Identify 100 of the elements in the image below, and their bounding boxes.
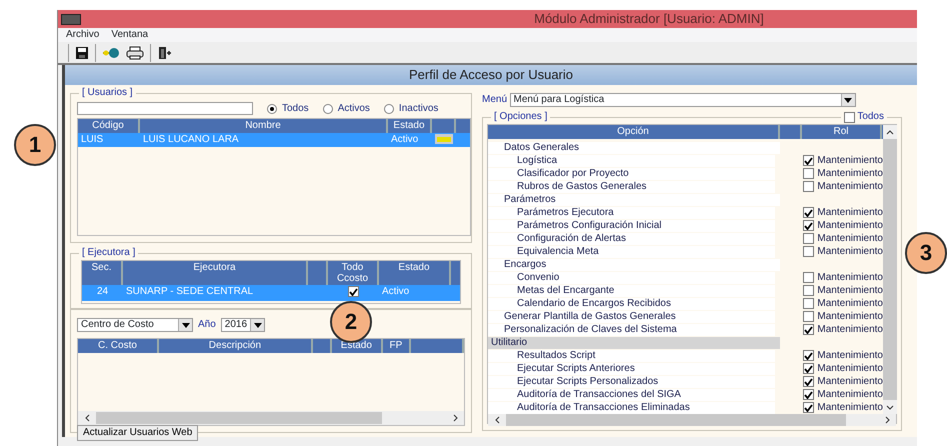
checkbox[interactable] [803,246,814,257]
checkbox[interactable] [348,286,359,297]
checkbox[interactable] [803,272,814,283]
checkbox[interactable] [803,207,814,218]
menu-dropdown[interactable]: Menú para Logística [510,93,856,107]
exit-door-icon[interactable] [157,46,173,60]
role-label: Mantenimiento [817,388,883,400]
printer-icon[interactable] [126,46,144,60]
column-header[interactable]: C. Costo [78,339,159,353]
role-label: Mantenimiento [817,298,883,310]
role-label: Mantenimiento [817,272,883,284]
option-cell[interactable]: Personalización de Claves del Sistema [488,324,776,336]
option-cell[interactable]: Metas del Encargante [488,284,776,296]
option-cell[interactable]: Utilitario [488,336,780,348]
role-label: Mantenimiento [817,232,883,244]
role-label: Mantenimiento [817,180,883,192]
checkbox[interactable] [803,324,814,335]
checkbox[interactable] [803,285,814,296]
vertical-scrollbar[interactable] [883,125,897,414]
section-legend: [ Opciones ] [491,111,550,123]
role-label: Mantenimiento [817,376,883,388]
radio-button[interactable] [267,104,277,114]
option-cell[interactable]: Calendario de Encargos Recibidos [488,298,776,310]
search-field[interactable] [77,102,253,115]
role-label: Mantenimiento [817,362,883,374]
scroll-up-icon[interactable] [886,130,894,134]
radio-button[interactable] [384,104,394,114]
option-cell[interactable]: Parámetros Configuración Inicial [488,220,776,232]
radio-label[interactable]: Activos [338,102,370,114]
option-cell[interactable]: Rubros de Gastos Generales [488,180,776,192]
option-cell[interactable]: Parámetros Ejecutora [488,206,776,218]
role-label: Mantenimiento [817,206,883,218]
option-cell[interactable]: Generar Plantilla de Gastos Generales [488,310,776,322]
checkbox[interactable] [803,389,814,400]
radio-label[interactable]: Inactivos [398,102,438,114]
option-cell[interactable]: Ejecutar Scripts Personalizados [488,376,776,388]
checkbox[interactable] [803,220,814,231]
option-cell[interactable]: Resultados Script [488,350,776,362]
option-cell[interactable]: Configuración de Alertas [488,232,776,244]
horizontal-scrollbar[interactable] [488,414,896,426]
role-label: Mantenimiento [817,168,883,180]
option-cell[interactable]: Datos Generales [488,142,780,154]
option-cell[interactable]: Auditoría de Transacciones del SIGA [488,388,776,400]
checkbox[interactable] [844,112,855,122]
horizontal-scrollbar[interactable] [78,411,464,425]
checkbox[interactable] [803,363,814,374]
option-cell[interactable]: Clasificador por Proyecto [488,168,776,180]
table-cell-text: Activo [390,133,420,147]
app-icon [61,14,81,24]
checkbox[interactable] [803,298,814,309]
scroll-left-icon[interactable] [84,414,90,422]
checkbox[interactable] [803,168,814,179]
role-label: Mantenimiento [817,350,883,362]
table-cell-text: LUIS LUCANO LARA [142,133,240,147]
scroll-right-icon[interactable] [452,414,458,422]
radio-button[interactable] [322,104,333,114]
option-cell[interactable]: Equivalencia Meta [488,246,776,258]
option-cell[interactable]: Convenio [488,272,776,284]
form-title: Perfil de Acceso por Usuario [65,65,917,85]
callout-marker: 3 [905,232,947,274]
checkbox[interactable] [803,311,814,322]
year-dropdown[interactable]: 2016 [220,318,266,332]
role-label: Mantenimiento [817,154,883,166]
scroll-right-icon[interactable] [884,416,890,424]
table-cell-text: SUNARP - SEDE CENTRAL [125,285,254,299]
role-label: Mantenimiento [817,310,883,322]
menu-item[interactable]: Ventana [111,29,148,41]
scroll-left-icon[interactable] [494,416,500,424]
option-cell[interactable]: Ejecutar Scripts Anteriores [488,362,776,374]
role-label: Mantenimiento [817,402,883,414]
option-cell[interactable]: Auditoría de Transacciones Eliminadas [488,402,776,414]
option-cell[interactable]: Encargos [488,258,780,270]
table-cell-text: Activo [381,285,410,299]
table-cell-text: LUIS [80,133,104,147]
window-title: Módulo Administrador [Usuario: ADMIN] [533,11,765,27]
menu-item[interactable]: Archivo [66,29,100,41]
checkbox[interactable] [803,155,814,166]
year-label: Año [198,319,216,331]
checkbox[interactable] [803,376,814,387]
column-header[interactable]: FP [383,339,411,353]
scroll-down-icon[interactable] [886,404,894,410]
column-header[interactable]: Descripción [158,339,313,353]
radio-label[interactable]: Todos [282,102,309,114]
callout-marker: 1 [14,124,56,166]
column-header[interactable]: Opción [488,125,780,139]
checkbox[interactable] [803,233,814,244]
role-label: Mantenimiento [817,324,883,336]
role-label: Mantenimiento [817,220,883,232]
section-legend: [ Ejecutora ] [79,247,138,259]
checkbox[interactable] [803,181,814,192]
update-users-button[interactable]: Actualizar Usuarios Web [77,425,198,441]
checkbox[interactable] [803,350,814,361]
checkbox[interactable] [803,402,814,413]
table-cell-text: 24 [96,285,110,299]
role-label: Mantenimiento [817,246,883,258]
save-icon[interactable] [75,46,89,60]
option-cell[interactable]: Parámetros [488,194,780,206]
cost-filter-dropdown[interactable]: Centro de Costo [77,318,193,332]
menu-label: Menú [482,94,508,106]
option-cell[interactable]: Logística [488,154,776,166]
